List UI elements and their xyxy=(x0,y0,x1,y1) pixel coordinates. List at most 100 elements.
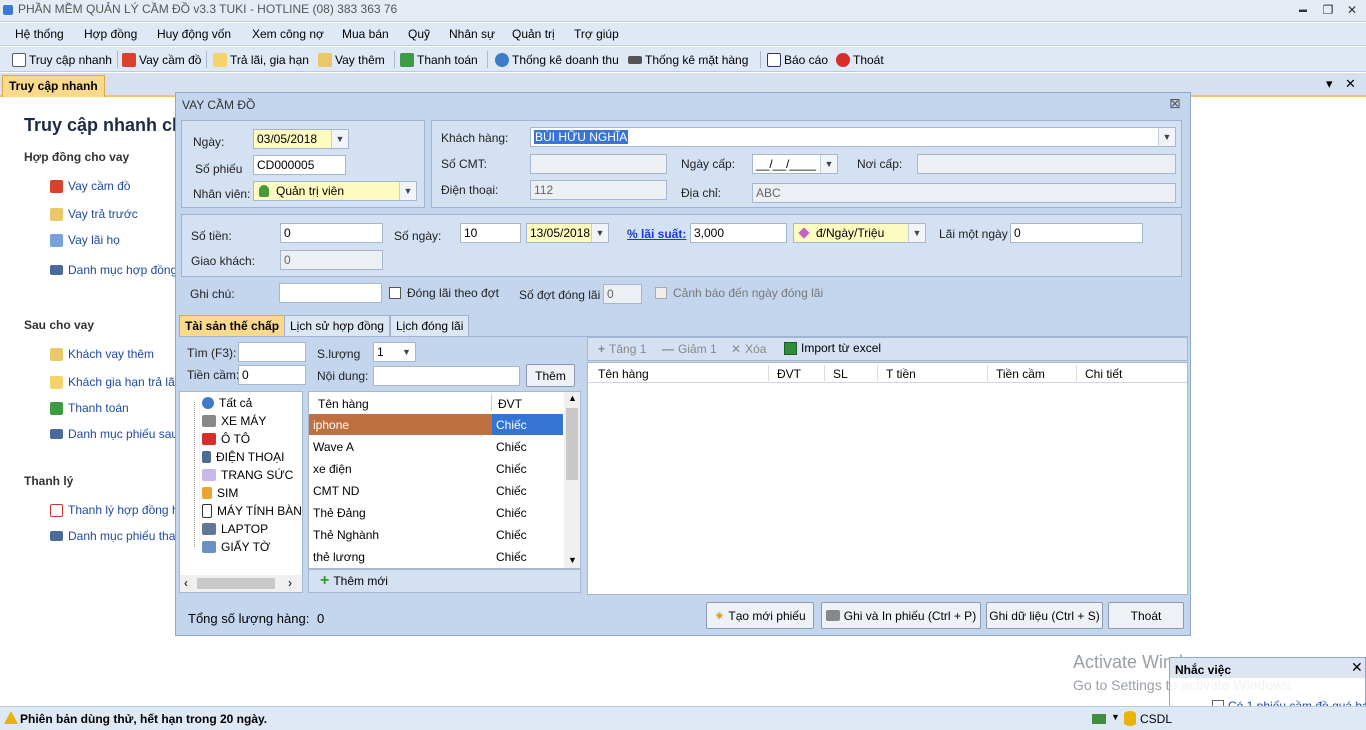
donglai-checkbox[interactable] xyxy=(389,287,401,299)
them-moi-button[interactable]: + Thêm mới xyxy=(320,573,388,589)
scroll-thumb[interactable] xyxy=(197,578,275,589)
close-button[interactable]: ✕ xyxy=(1340,1,1364,19)
ghi-du-lieu-button[interactable]: Ghi dữ liệu (Ctrl + S) xyxy=(986,602,1103,629)
tree-item-trang-suc[interactable]: TRANG SỨC xyxy=(202,466,293,484)
toolbar-thong-ke-mat-hang[interactable]: Thống kê mặt hàng xyxy=(628,51,748,69)
cell-name[interactable]: CMT ND xyxy=(313,484,359,498)
sluong-select[interactable]: 1 ▼ xyxy=(373,342,416,362)
sotien-input[interactable]: 0 xyxy=(280,223,383,243)
cell-unit[interactable]: Chiếc xyxy=(496,484,527,498)
denngay-datepicker[interactable]: 13/05/2018 ▼ xyxy=(526,223,609,243)
tab-lich-dong-lai[interactable]: Lịch đóng lãi xyxy=(390,315,470,336)
dialog-close-icon[interactable]: ⊠ xyxy=(1169,95,1181,112)
toolbar-tra-lai-gia-han[interactable]: Trả lãi, gia hạn xyxy=(213,51,309,69)
donvi-select[interactable]: đ/Ngày/Triệu ▼ xyxy=(793,223,926,243)
link-khach-vay-them[interactable]: Khách vay thêm xyxy=(50,347,154,361)
menu-mua-ban[interactable]: Mua bán xyxy=(342,27,389,41)
sodot-input[interactable]: 0 xyxy=(603,284,642,304)
menu-quan-tri[interactable]: Quản trị xyxy=(512,27,555,41)
ghi-va-in-button[interactable]: Ghi và In phiếu (Ctrl + P) xyxy=(821,602,981,629)
link-danh-muc-phieu-thanh-ly[interactable]: Danh mục phiếu tha xyxy=(50,529,175,543)
chevron-down-icon[interactable]: ▼ xyxy=(591,224,608,242)
grid-header-ten-hang[interactable]: Tên hàng xyxy=(598,367,649,381)
cell-unit[interactable]: Chiếc xyxy=(496,506,527,520)
chevron-down-icon[interactable]: ▼ xyxy=(820,155,837,173)
tree-item-laptop[interactable]: LAPTOP xyxy=(202,520,268,538)
xoa-button[interactable]: ✕ Xóa xyxy=(731,342,766,356)
toolbar-truy-cap-nhanh[interactable]: Truy cập nhanh xyxy=(12,51,112,69)
tiencam-input[interactable]: 0 xyxy=(238,365,306,385)
laisuat-input[interactable]: 3,000 xyxy=(690,223,787,243)
link-thanh-toan[interactable]: Thanh toán xyxy=(50,401,129,415)
restore-button[interactable]: ❐ xyxy=(1316,1,1340,19)
ngay-datepicker[interactable]: 03/05/2018 ▼ xyxy=(253,129,349,149)
sophieu-input[interactable]: CD000005 xyxy=(253,155,346,175)
list-header-dvt[interactable]: ĐVT xyxy=(498,397,522,411)
cell-unit[interactable]: Chiếc xyxy=(496,528,527,542)
giam-1-button[interactable]: — Giảm 1 xyxy=(662,342,717,356)
chevron-down-icon[interactable]: ▼ xyxy=(398,343,415,361)
cell-unit[interactable]: Chiếc xyxy=(496,462,527,476)
tim-input[interactable] xyxy=(238,342,306,362)
tree-item-giay-to[interactable]: GIẤY TỜ xyxy=(202,538,270,556)
chevron-down-icon[interactable]: ▼ xyxy=(1158,128,1175,146)
tree-item-may-tinh-ban[interactable]: MÁY TÍNH BÀN xyxy=(202,502,302,520)
link-danh-muc-hop-dong[interactable]: Danh mục hợp đồng xyxy=(50,263,177,277)
socmt-input[interactable] xyxy=(530,154,667,174)
link-thanh-ly-hop-dong[interactable]: Thanh lý hợp đồng h xyxy=(50,503,179,517)
grid-header-t-tien[interactable]: T tiền xyxy=(886,367,916,381)
tab-list-icon[interactable]: ▾ xyxy=(1326,76,1333,92)
import-excel-button[interactable]: Import từ excel xyxy=(784,341,881,355)
grid-header-sl[interactable]: SL xyxy=(833,367,848,381)
laisuat-link[interactable]: % lãi suất: xyxy=(627,227,686,241)
grid-header-dvt[interactable]: ĐVT xyxy=(777,367,801,381)
menu-xem-cong-no[interactable]: Xem công nợ xyxy=(252,27,324,41)
chevron-down-icon[interactable]: ▼ xyxy=(331,130,348,148)
link-khach-gia-han[interactable]: Khách gia hạn trả lãi xyxy=(50,375,177,389)
chevron-down-icon[interactable]: ▼ xyxy=(399,182,416,200)
tree-item-xe-may[interactable]: XE MÁY xyxy=(202,412,266,430)
cell-name[interactable]: xe điện xyxy=(313,462,352,476)
tree-hscrollbar[interactable]: ‹ › xyxy=(180,575,302,592)
toolbar-vay-cam-do[interactable]: Vay cầm đồ xyxy=(122,51,201,69)
toolbar-thong-ke-doanh-thu[interactable]: Thống kê doanh thu xyxy=(495,51,619,69)
them-button[interactable]: Thêm xyxy=(526,364,575,387)
khachhang-combobox[interactable]: BÙI HỮU NGHĨA ▼ xyxy=(530,127,1176,147)
menu-he-thong[interactable]: Hệ thống xyxy=(15,27,64,41)
tao-moi-phieu-button[interactable]: ✷ Tạo mới phiếu xyxy=(706,602,814,629)
ghichu-input[interactable] xyxy=(279,283,382,303)
cell-name[interactable]: Thẻ Đảng xyxy=(313,506,366,520)
list-header-ten-hang[interactable]: Tên hàng xyxy=(318,397,369,411)
list-row-0[interactable]: iphone Chiếc xyxy=(309,414,563,435)
laimotngay-input[interactable]: 0 xyxy=(1010,223,1143,243)
nhanvien-select[interactable]: Quản trị viên ▼ xyxy=(253,181,417,201)
cell-name[interactable]: Wave A xyxy=(313,440,354,454)
chevron-down-icon[interactable]: ▼ xyxy=(908,224,925,242)
link-vay-cam-do[interactable]: Vay cầm đồ xyxy=(50,179,130,193)
scroll-thumb[interactable] xyxy=(566,408,578,480)
cell-unit[interactable]: Chiếc xyxy=(496,440,527,454)
songay-input[interactable]: 10 xyxy=(460,223,521,243)
ngaycap-datepicker[interactable]: __/__/____ ▼ xyxy=(752,154,838,174)
dropdown-icon[interactable]: ▼ xyxy=(1111,712,1120,722)
toolbar-thanh-toan[interactable]: Thanh toán xyxy=(400,51,478,69)
menu-quy[interactable]: Quỹ xyxy=(408,27,430,41)
tab-tai-san-the-chap[interactable]: Tài sản thế chấp xyxy=(179,315,286,336)
link-vay-lai-ho[interactable]: Vay lãi họ xyxy=(50,233,120,247)
chevron-left-icon[interactable]: ‹ xyxy=(184,576,188,590)
chevron-right-icon[interactable]: › xyxy=(288,576,292,590)
menu-nhan-su[interactable]: Nhân sự xyxy=(449,27,495,41)
menu-hop-dong[interactable]: Hợp đồng xyxy=(84,27,137,41)
chevron-down-icon[interactable]: ▼ xyxy=(568,555,577,565)
tree-item-dien-thoai[interactable]: ĐIỆN THOẠI xyxy=(202,448,284,466)
tab-close-icon[interactable]: ✕ xyxy=(1345,76,1356,92)
tab-truy-cap-nhanh[interactable]: Truy cập nhanh xyxy=(2,75,105,97)
dienthoai-input[interactable]: 112 xyxy=(530,180,667,200)
cell-unit[interactable]: Chiếc xyxy=(496,550,527,564)
grid-header-chi-tiet[interactable]: Chi tiết xyxy=(1085,367,1122,381)
toolbar-vay-them[interactable]: Vay thêm xyxy=(318,51,385,69)
chevron-up-icon[interactable]: ▲ xyxy=(568,393,577,403)
menu-huy-dong-von[interactable]: Huy động vốn xyxy=(157,27,231,41)
menu-tro-giup[interactable]: Trợ giúp xyxy=(574,27,619,41)
toolbar-bao-cao[interactable]: Báo cáo xyxy=(767,51,828,69)
